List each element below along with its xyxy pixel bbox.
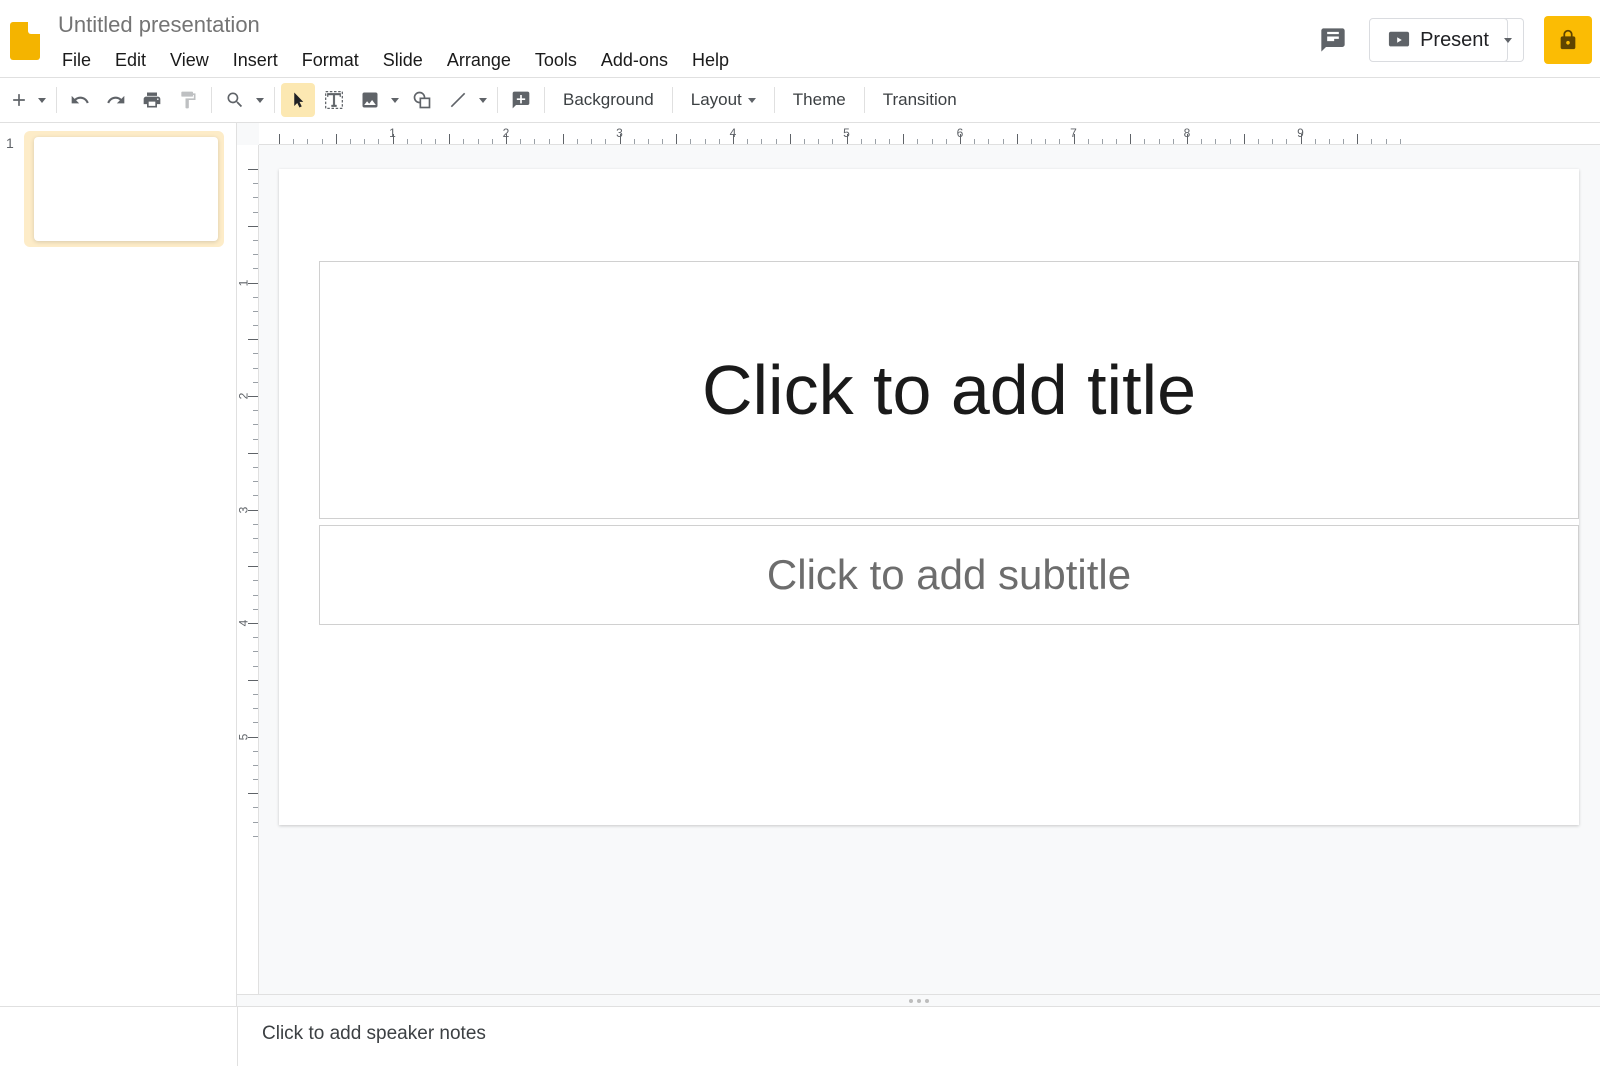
menu-edit[interactable]: Edit (105, 46, 156, 75)
doc-title[interactable]: Untitled presentation (50, 8, 1313, 40)
select-tool-button[interactable] (281, 83, 315, 117)
menu-insert[interactable]: Insert (223, 46, 288, 75)
menu-slide[interactable]: Slide (373, 46, 433, 75)
transition-button[interactable]: Transition (871, 83, 969, 117)
header: Untitled presentation File Edit View Ins… (0, 0, 1600, 78)
theme-button[interactable]: Theme (781, 83, 858, 117)
chevron-down-icon (38, 98, 46, 103)
redo-button[interactable] (99, 83, 133, 117)
menu-help[interactable]: Help (682, 46, 739, 75)
redo-icon (106, 90, 126, 110)
workspace: 1 123456789 12345 Click to add title Cli… (0, 123, 1600, 1006)
separator (864, 87, 865, 113)
subtitle-placeholder-box[interactable]: Click to add subtitle (319, 525, 1579, 625)
image-icon (360, 90, 380, 110)
textbox-button[interactable] (317, 83, 351, 117)
separator (211, 87, 212, 113)
canvas-area: 123456789 12345 Click to add title Click… (237, 123, 1600, 1006)
speaker-notes-resize-handle[interactable] (237, 994, 1600, 1006)
separator (544, 87, 545, 113)
ruler-horizontal[interactable]: 123456789 (259, 123, 1600, 145)
layout-button[interactable]: Layout (679, 83, 768, 117)
print-icon (142, 90, 162, 110)
menu-view[interactable]: View (160, 46, 219, 75)
comment-insert-button[interactable] (504, 83, 538, 117)
separator (497, 87, 498, 113)
slide-canvas[interactable]: Click to add title Click to add subtitle (279, 169, 1579, 825)
chevron-down-icon (748, 98, 756, 103)
cursor-icon (289, 91, 307, 109)
title-area: Untitled presentation File Edit View Ins… (50, 8, 1313, 75)
toolbar: Background Layout Theme Transition (0, 78, 1600, 123)
separator (672, 87, 673, 113)
present-group: Present (1369, 18, 1524, 62)
menu-addons[interactable]: Add-ons (591, 46, 678, 75)
image-dropdown[interactable] (387, 98, 403, 103)
image-button[interactable] (353, 83, 387, 117)
speaker-notes-input[interactable]: Click to add speaker notes (237, 1007, 1600, 1066)
slide-number: 1 (6, 131, 18, 151)
lock-button[interactable] (1544, 16, 1592, 64)
line-icon (448, 90, 468, 110)
menubar: File Edit View Insert Format Slide Arran… (50, 40, 1313, 75)
speaker-notes-area: Click to add speaker notes (0, 1006, 1600, 1066)
chevron-down-icon (479, 98, 487, 103)
title-placeholder-text: Click to add title (702, 350, 1196, 430)
present-label: Present (1420, 29, 1489, 52)
slide-thumb-row: 1 (0, 131, 236, 247)
undo-icon (70, 90, 90, 110)
present-button[interactable]: Present (1369, 18, 1508, 62)
plus-icon (9, 90, 29, 110)
line-button[interactable] (441, 83, 475, 117)
zoom-button[interactable] (218, 83, 252, 117)
menu-tools[interactable]: Tools (525, 46, 587, 75)
print-button[interactable] (135, 83, 169, 117)
subtitle-placeholder-text: Click to add subtitle (767, 551, 1131, 599)
textbox-icon (324, 90, 344, 110)
chat-icon (1319, 26, 1347, 54)
zoom-dropdown[interactable] (252, 98, 268, 103)
undo-button[interactable] (63, 83, 97, 117)
lock-icon (1557, 29, 1579, 51)
separator (56, 87, 57, 113)
slides-logo-icon[interactable] (10, 22, 40, 60)
menu-file[interactable]: File (52, 46, 101, 75)
separator (274, 87, 275, 113)
new-slide-button[interactable] (4, 83, 34, 117)
new-slide-dropdown[interactable] (34, 98, 50, 103)
slide-panel[interactable]: 1 (0, 123, 237, 1006)
menu-arrange[interactable]: Arrange (437, 46, 521, 75)
shape-icon (412, 90, 432, 110)
speaker-notes-placeholder: Click to add speaker notes (262, 1023, 1600, 1045)
slide-thumbnail (34, 137, 218, 241)
app-logo-wrap (0, 8, 50, 60)
layout-label: Layout (691, 90, 742, 110)
chevron-down-icon (1504, 38, 1512, 43)
zoom-icon (225, 90, 245, 110)
ruler-vertical[interactable]: 12345 (237, 145, 259, 1006)
slide-thumb-selected[interactable] (24, 131, 224, 247)
add-comment-icon (511, 90, 531, 110)
paint-roller-icon (178, 90, 198, 110)
header-right: Present (1313, 8, 1592, 64)
title-placeholder-box[interactable]: Click to add title (319, 261, 1579, 519)
present-icon (1388, 29, 1410, 51)
menu-format[interactable]: Format (292, 46, 369, 75)
line-dropdown[interactable] (475, 98, 491, 103)
present-dropdown[interactable] (1492, 18, 1524, 62)
chevron-down-icon (256, 98, 264, 103)
background-button[interactable]: Background (551, 83, 666, 117)
canvas-scroll[interactable]: Click to add title Click to add subtitle (259, 145, 1600, 1006)
comments-button[interactable] (1313, 20, 1353, 60)
drag-dots-icon (909, 999, 929, 1003)
paint-format-button[interactable] (171, 83, 205, 117)
shape-button[interactable] (405, 83, 439, 117)
separator (774, 87, 775, 113)
chevron-down-icon (391, 98, 399, 103)
